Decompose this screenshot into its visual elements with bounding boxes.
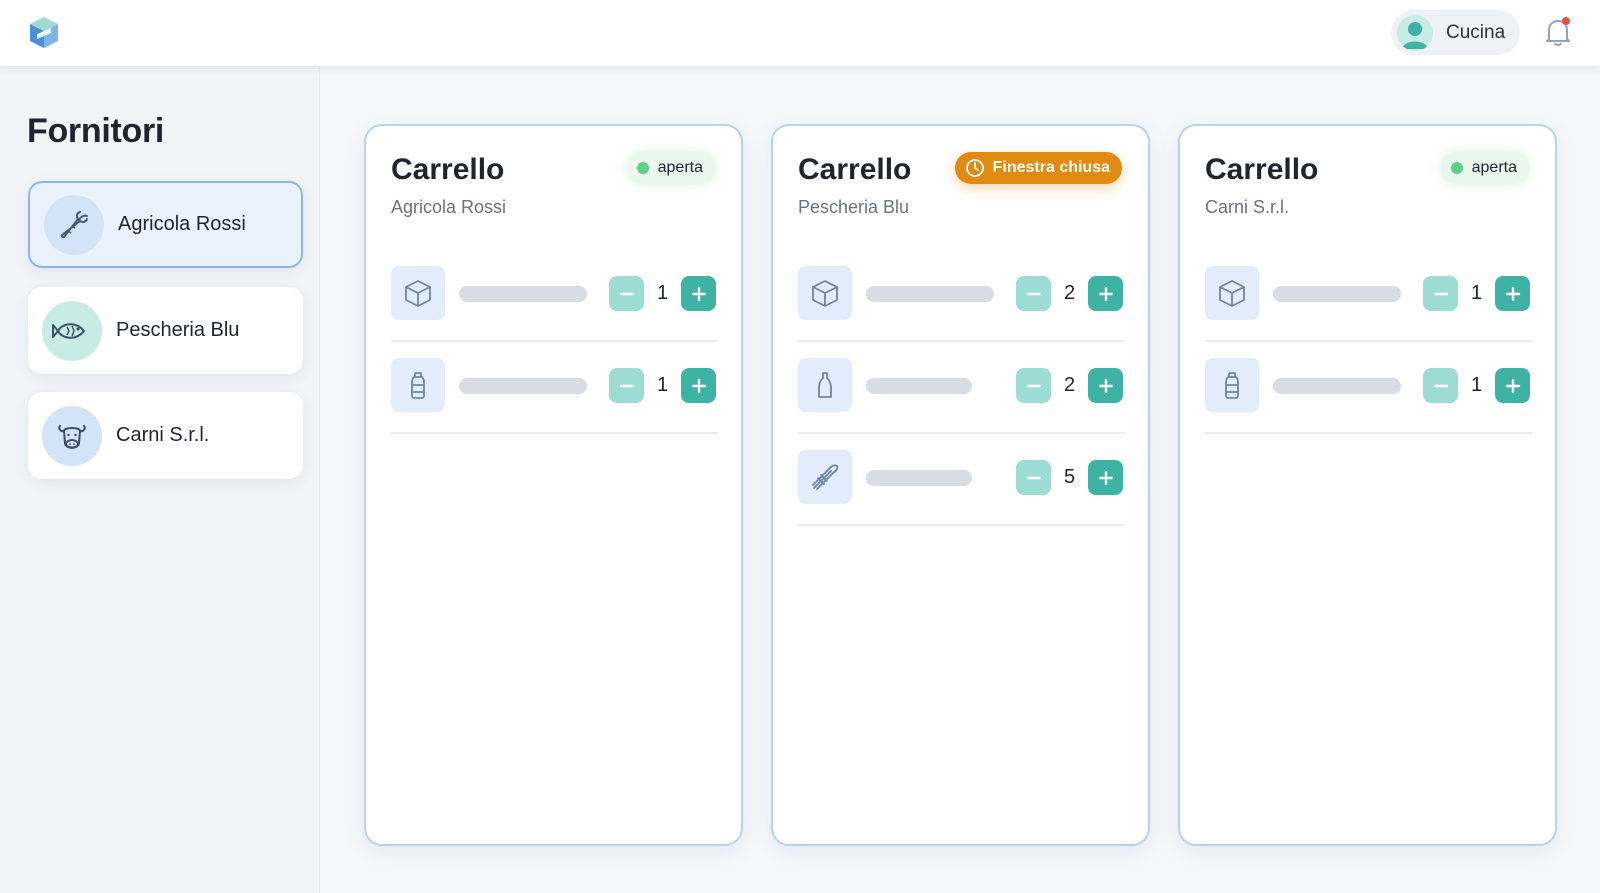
- cart-supplier-name: Pescheria Blu: [798, 197, 910, 217]
- item-name-placeholder: [866, 286, 994, 302]
- clock-icon: [965, 159, 984, 177]
- cart-supplier-name: Agricola Rossi: [391, 197, 507, 217]
- app-logo[interactable]: [26, 14, 62, 50]
- sidebar-item-carni-srl[interactable]: Carni S.r.l.: [28, 392, 303, 479]
- decrease-quantity-button[interactable]: [609, 368, 644, 403]
- decrease-quantity-button[interactable]: [1016, 276, 1051, 311]
- quantity-value: 5: [1063, 466, 1076, 488]
- increase-quantity-button[interactable]: [1088, 368, 1123, 403]
- quantity-value: 2: [1063, 282, 1076, 304]
- cart-card-pescheria-blu: Carrello Pescheria Blu Finestra chiusa 2…: [771, 124, 1150, 846]
- cart-title: Carrello: [391, 153, 505, 186]
- increase-quantity-button[interactable]: [1495, 276, 1530, 311]
- notification-bell-icon[interactable]: [1543, 16, 1573, 48]
- cart-title: Carrello: [1205, 153, 1319, 186]
- status-label: aperta: [1471, 159, 1517, 176]
- sidebar-item-label: Agricola Rossi: [118, 213, 246, 235]
- cart-item: 2: [798, 342, 1125, 434]
- quantity-value: 2: [1063, 374, 1076, 396]
- quantity-value: 1: [656, 282, 669, 304]
- cart-item: 1: [391, 342, 718, 434]
- avatar: [1397, 14, 1433, 51]
- item-name-placeholder: [459, 378, 587, 394]
- decrease-quantity-button[interactable]: [1016, 368, 1051, 403]
- decrease-quantity-button[interactable]: [1016, 460, 1051, 495]
- quantity-value: 1: [1470, 282, 1483, 304]
- user-menu[interactable]: Cucina: [1391, 10, 1520, 55]
- increase-quantity-button[interactable]: [1088, 460, 1123, 495]
- cart-item: 1: [1205, 250, 1532, 342]
- cart-card-agricola-rossi: Carrello Agricola Rossi aperta 1 1: [364, 124, 743, 846]
- sidebar-item-pescheria-blu[interactable]: Pescheria Blu: [28, 287, 303, 374]
- decrease-quantity-button[interactable]: [1423, 368, 1458, 403]
- status-dot-icon: [636, 162, 649, 174]
- increase-quantity-button[interactable]: [681, 276, 716, 311]
- top-bar: Cucina: [0, 0, 1600, 66]
- bottle-icon: [798, 358, 852, 412]
- quantity-value: 1: [1470, 374, 1483, 396]
- status-label: Finestra chiusa: [992, 159, 1110, 176]
- sidebar-item-label: Pescheria Blu: [116, 319, 240, 341]
- cart-item: 1: [391, 250, 718, 342]
- sidebar-item-label: Carni S.r.l.: [116, 424, 210, 446]
- box-icon: [798, 266, 852, 320]
- status-badge: aperta: [626, 152, 715, 184]
- item-name-placeholder: [866, 378, 972, 394]
- status-badge: Finestra chiusa: [954, 152, 1122, 184]
- decrease-quantity-button[interactable]: [609, 276, 644, 311]
- status-dot-icon: [1450, 162, 1463, 174]
- box-icon: [391, 266, 445, 320]
- cart-title: Carrello: [798, 153, 912, 186]
- fish-icon: [42, 300, 102, 361]
- increase-quantity-button[interactable]: [1495, 368, 1530, 403]
- item-name-placeholder: [459, 286, 587, 302]
- cart-item: 5: [798, 434, 1125, 526]
- box-icon: [1205, 266, 1259, 320]
- cart-item: 2: [798, 250, 1125, 342]
- cart-card-carni-srl: Carrello Carni S.r.l. aperta 1 1: [1178, 124, 1557, 846]
- bottle-icon: [1205, 358, 1259, 412]
- user-name: Cucina: [1446, 21, 1506, 43]
- increase-quantity-button[interactable]: [681, 368, 716, 403]
- cart-item: 1: [1205, 342, 1532, 434]
- item-name-placeholder: [1273, 378, 1401, 394]
- asparagus-icon: [798, 450, 852, 504]
- quantity-value: 1: [656, 374, 669, 396]
- carrot-icon: [44, 194, 104, 255]
- status-label: aperta: [657, 159, 703, 176]
- cow-icon: [42, 405, 102, 466]
- sidebar-item-agricola-rossi[interactable]: Agricola Rossi: [28, 181, 303, 268]
- item-name-placeholder: [1273, 286, 1401, 302]
- status-badge: aperta: [1440, 152, 1529, 184]
- cart-supplier-name: Carni S.r.l.: [1205, 197, 1290, 217]
- sidebar-title: Fornitori: [27, 112, 165, 150]
- decrease-quantity-button[interactable]: [1423, 276, 1458, 311]
- increase-quantity-button[interactable]: [1088, 276, 1123, 311]
- item-name-placeholder: [866, 470, 972, 486]
- bottle-icon: [391, 358, 445, 412]
